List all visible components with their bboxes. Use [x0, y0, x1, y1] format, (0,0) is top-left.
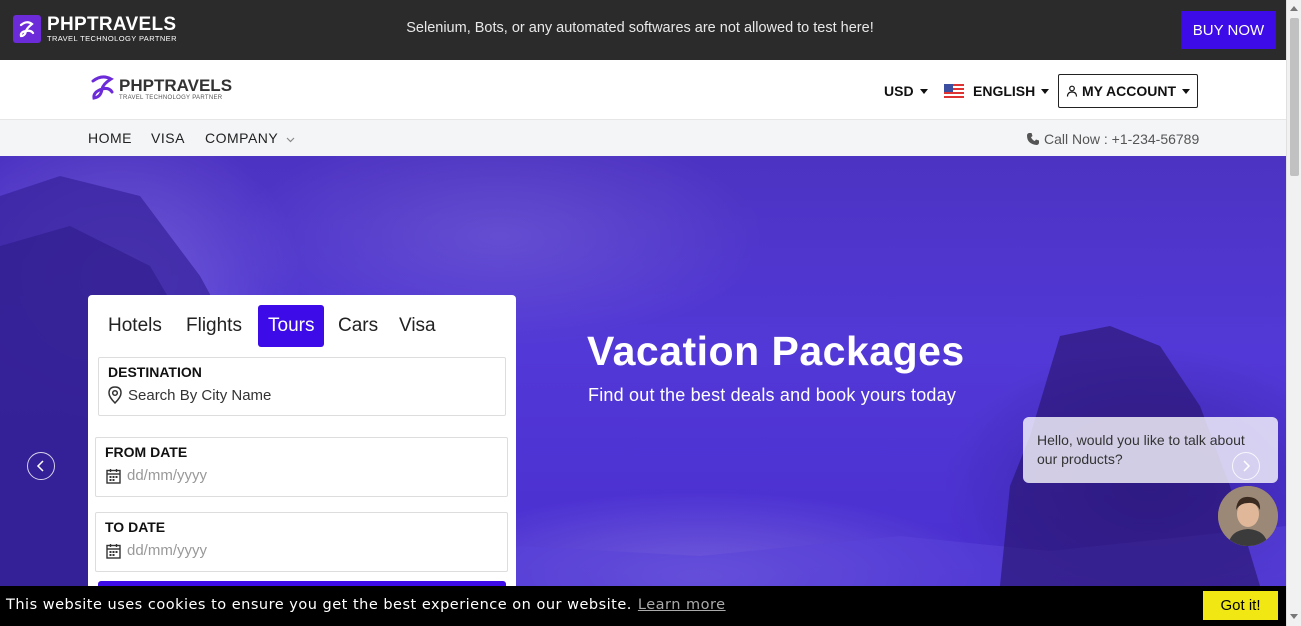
header-logo[interactable]: PHPTRAVELS TRAVEL TECHNOLOGY PARTNER [90, 73, 232, 106]
cookie-bar: This website uses cookies to ensure you … [0, 586, 1286, 626]
main-nav: HOME VISA COMPANY Call Now : +1-234-5678… [0, 120, 1286, 156]
language-label: ENGLISH [973, 83, 1036, 99]
scroll-down-arrow-icon[interactable] [1290, 614, 1298, 619]
search-card: Hotels Flights Tours Cars Visa DESTINATI… [88, 295, 516, 595]
scroll-thumb[interactable] [1290, 18, 1299, 176]
buy-now-button[interactable]: BUY NOW [1181, 11, 1276, 49]
my-account-label: MY ACCOUNT [1081, 83, 1177, 99]
destination-input[interactable]: Search By City Name [128, 387, 271, 404]
cookie-message: This website uses cookies to ensure you … [6, 597, 632, 613]
us-flag-icon [944, 84, 964, 98]
to-date-input[interactable]: dd/mm/yyyy [127, 542, 207, 559]
caret-down-icon [1041, 88, 1050, 94]
phone-icon [1026, 132, 1040, 146]
my-account-button[interactable]: MY ACCOUNT [1058, 74, 1198, 108]
carousel-prev-button[interactable] [27, 452, 55, 480]
location-pin-icon [108, 386, 122, 404]
chat-message-bubble[interactable]: Hello, would you like to talk about our … [1023, 417, 1278, 483]
chat-avatar[interactable] [1218, 486, 1278, 546]
top-bar: PHPTRAVELS TRAVEL TECHNOLOGY PARTNER Sel… [0, 0, 1286, 60]
hero-title: Vacation Packages [587, 328, 965, 374]
header: PHPTRAVELS TRAVEL TECHNOLOGY PARTNER USD… [0, 60, 1286, 120]
nav-item-company[interactable]: COMPANY [205, 130, 295, 146]
brand-logo-icon [90, 73, 116, 106]
language-dropdown[interactable]: ENGLISH [944, 83, 1050, 99]
user-icon [1066, 85, 1078, 97]
call-now[interactable]: Call Now : +1-234-56789 [1026, 131, 1199, 147]
chevron-left-icon [36, 460, 44, 472]
caret-down-icon [919, 88, 928, 94]
to-date-label: TO DATE [105, 519, 166, 535]
tab-flights[interactable]: Flights [176, 305, 252, 347]
calendar-icon [106, 543, 121, 559]
nav-item-visa[interactable]: VISA [151, 130, 185, 146]
from-date-label: FROM DATE [105, 444, 188, 460]
currency-dropdown[interactable]: USD [884, 83, 928, 99]
agent-avatar-icon [1218, 486, 1278, 546]
bot-notice: Selenium, Bots, or any automated softwar… [406, 20, 874, 36]
chevron-down-icon [286, 130, 295, 146]
header-brand-name: PHPTRAVELS [119, 76, 233, 95]
currency-label: USD [884, 83, 914, 99]
cookie-learn-more-link[interactable]: Learn more [638, 597, 726, 613]
header-brand-tagline: TRAVEL TECHNOLOGY PARTNER [119, 95, 223, 101]
destination-field[interactable]: DESTINATION Search By City Name [98, 357, 506, 416]
from-date-field[interactable]: FROM DATE dd/mm/yyyy [95, 437, 508, 497]
nav-item-home[interactable]: HOME [88, 130, 132, 146]
to-date-field[interactable]: TO DATE dd/mm/yyyy [95, 512, 508, 572]
calendar-icon [106, 468, 121, 484]
scroll-up-arrow-icon[interactable] [1290, 6, 1298, 11]
page-scrollbar[interactable] [1286, 0, 1301, 626]
nav-item-company-label: COMPANY [205, 130, 278, 146]
tab-visa[interactable]: Visa [389, 305, 446, 347]
hero-subtitle: Find out the best deals and book yours t… [588, 385, 957, 405]
cookie-accept-button[interactable]: Got it! [1203, 591, 1278, 620]
search-tabs: Hotels Flights Tours Cars Visa [88, 305, 516, 347]
tab-tours[interactable]: Tours [258, 305, 325, 347]
call-now-text: Call Now : +1-234-56789 [1044, 131, 1200, 147]
destination-label: DESTINATION [108, 364, 202, 380]
from-date-input[interactable]: dd/mm/yyyy [127, 467, 207, 484]
tab-hotels[interactable]: Hotels [98, 305, 172, 347]
caret-down-icon [1182, 88, 1191, 94]
tab-cars[interactable]: Cars [328, 305, 388, 347]
